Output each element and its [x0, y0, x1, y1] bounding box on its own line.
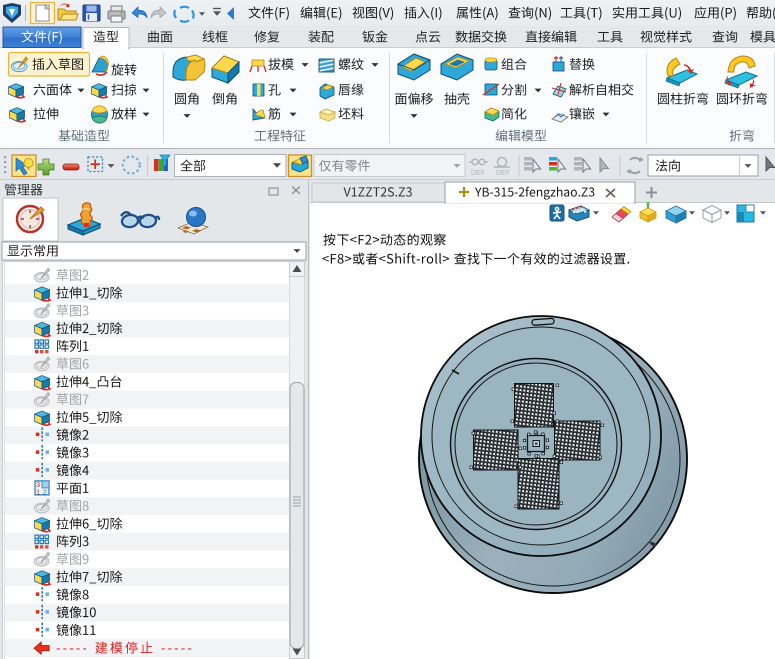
svg-text:DEF: DEF: [496, 170, 510, 177]
svg-text:DEF: DEF: [471, 170, 485, 177]
svg-text:1: 1: [36, 489, 40, 496]
svg-text:3: 3: [36, 482, 40, 489]
svg-text:2: 2: [43, 489, 47, 496]
